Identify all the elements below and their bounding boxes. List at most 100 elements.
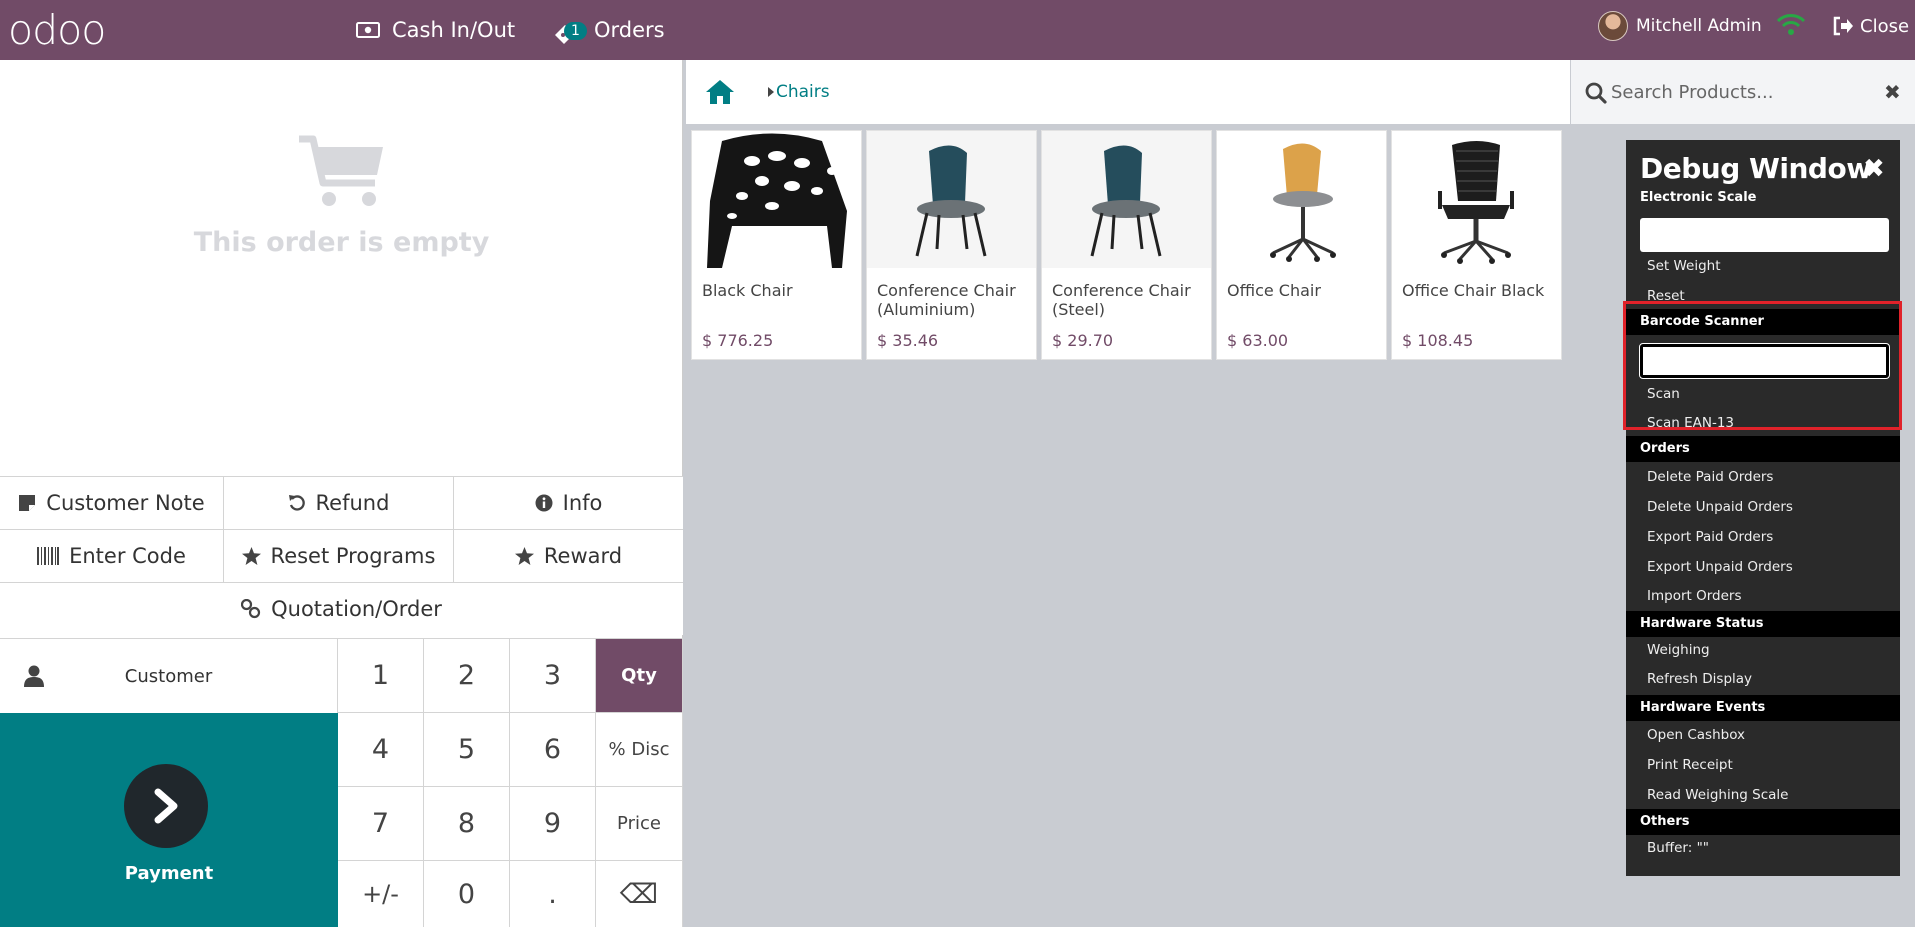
qty-mode-button[interactable]: Qty — [596, 639, 683, 713]
key-7[interactable]: 7 — [338, 787, 424, 861]
clear-search-icon[interactable]: ✖ — [1884, 80, 1901, 104]
set-weight-button[interactable]: Set Weight — [1647, 258, 1721, 274]
product-card[interactable]: Office Chair Black $ 108.45 — [1391, 130, 1562, 360]
product-price: $ 29.70 — [1052, 331, 1114, 350]
orders-count-badge: 1 — [564, 22, 587, 40]
export-paid-orders-button[interactable]: Export Paid Orders — [1647, 529, 1773, 545]
weighing-status[interactable]: Weighing — [1647, 642, 1710, 658]
breadcrumb-chairs[interactable]: Chairs — [776, 82, 830, 102]
electronic-scale-header: Electronic Scale — [1640, 190, 1757, 205]
delete-unpaid-orders-button[interactable]: Delete Unpaid Orders — [1647, 499, 1793, 515]
key-1[interactable]: 1 — [338, 639, 424, 713]
category-breadcrumb: Chairs — [686, 60, 1570, 124]
import-orders-button[interactable]: Import Orders — [1647, 588, 1742, 604]
customer-note-button[interactable]: Customer Note — [0, 477, 224, 529]
product-price: $ 35.46 — [877, 331, 939, 350]
numpad-area: Customer Payment 1 2 3 Qty 4 5 6 % Disc … — [0, 638, 683, 927]
info-icon — [535, 494, 553, 512]
customer-label: Customer — [124, 665, 213, 687]
key-0[interactable]: 0 — [424, 861, 510, 927]
open-cashbox-button[interactable]: Open Cashbox — [1647, 727, 1745, 743]
product-image — [1042, 131, 1211, 268]
wifi-icon — [1776, 14, 1806, 35]
backspace-key[interactable]: ⌫ — [596, 861, 683, 927]
close-label: Close — [1860, 15, 1910, 37]
odoo-logo: odoo — [8, 6, 106, 54]
cash-in-out-button[interactable]: Cash In/Out — [356, 0, 515, 60]
user-menu[interactable]: Mitchell Admin — [1598, 0, 1762, 52]
caret-right-icon — [768, 87, 774, 97]
reset-weight-button[interactable]: Reset — [1647, 288, 1685, 300]
others-header: Others — [1626, 809, 1900, 835]
product-card[interactable]: Office Chair $ 63.00 — [1216, 130, 1387, 360]
key-9[interactable]: 9 — [510, 787, 596, 861]
reset-programs-label: Reset Programs — [270, 544, 436, 568]
discount-mode-button[interactable]: % Disc — [596, 713, 683, 787]
refresh-display-button[interactable]: Refresh Display — [1647, 671, 1752, 687]
weight-input[interactable] — [1640, 218, 1889, 252]
shopping-cart-icon — [298, 135, 383, 206]
product-name: Office Chair Black — [1402, 281, 1545, 300]
barcode-scanner-highlight — [1623, 301, 1902, 430]
key-2[interactable]: 2 — [424, 639, 510, 713]
orders-header: Orders — [1626, 436, 1900, 462]
product-name: Office Chair — [1227, 281, 1321, 300]
reward-label: Reward — [543, 544, 623, 568]
user-icon — [24, 665, 44, 687]
enter-code-label: Enter Code — [69, 544, 186, 568]
key-8[interactable]: 8 — [424, 787, 510, 861]
payment-circle — [124, 764, 208, 848]
search-input[interactable] — [1611, 76, 1861, 108]
order-panel: This order is empty Customer Note Refund… — [0, 60, 683, 927]
enter-code-button[interactable]: Enter Code — [0, 530, 224, 582]
product-image — [867, 131, 1036, 268]
reward-button[interactable]: Reward — [454, 530, 683, 582]
undo-icon — [288, 495, 305, 511]
product-image — [692, 131, 861, 268]
product-name: Conference Chair (Steel) — [1052, 281, 1191, 319]
info-button[interactable]: Info — [454, 477, 683, 529]
debug-close-icon[interactable]: ✖ — [1863, 154, 1885, 184]
barcode-icon — [37, 547, 60, 565]
print-receipt-button[interactable]: Print Receipt — [1647, 757, 1733, 773]
key-4[interactable]: 4 — [338, 713, 424, 787]
product-search: ✖ — [1571, 60, 1915, 124]
product-name: Black Chair — [702, 281, 793, 300]
export-unpaid-orders-button[interactable]: Export Unpaid Orders — [1647, 559, 1793, 575]
price-mode-button[interactable]: Price — [596, 787, 683, 861]
search-icon — [1585, 82, 1607, 104]
product-card[interactable]: Black Chair $ 776.25 — [691, 130, 862, 360]
read-weighing-scale-button[interactable]: Read Weighing Scale — [1647, 787, 1788, 803]
delete-paid-orders-button[interactable]: Delete Paid Orders — [1647, 469, 1773, 485]
quotation-order-button[interactable]: Quotation/Order — [0, 583, 683, 635]
product-price: $ 108.45 — [1402, 331, 1474, 350]
close-session-button[interactable]: Close — [1832, 0, 1909, 52]
payment-label: Payment — [124, 863, 214, 884]
key-5[interactable]: 5 — [424, 713, 510, 787]
key-6[interactable]: 6 — [510, 713, 596, 787]
home-icon[interactable] — [704, 78, 736, 106]
customer-button[interactable]: Customer — [0, 639, 338, 713]
key-3[interactable]: 3 — [510, 639, 596, 713]
orders-button[interactable]: 1 Orders — [552, 0, 665, 60]
product-card[interactable]: Conference Chair (Aluminium) $ 35.46 — [866, 130, 1037, 360]
info-label: Info — [562, 491, 603, 515]
product-price: $ 63.00 — [1227, 331, 1289, 350]
product-card[interactable]: Conference Chair (Steel) $ 29.70 — [1041, 130, 1212, 360]
buffer-value: Buffer: "" — [1647, 840, 1709, 856]
payment-button[interactable]: Payment — [0, 713, 338, 927]
debug-title: Debug Window — [1640, 152, 1872, 185]
refund-button[interactable]: Refund — [224, 477, 454, 529]
control-buttons: Customer Note Refund Info Enter Code Res… — [0, 476, 683, 635]
product-price: $ 776.25 — [702, 331, 774, 350]
link-icon — [241, 599, 261, 619]
reset-programs-button[interactable]: Reset Programs — [224, 530, 454, 582]
decimal-key[interactable]: . — [510, 861, 596, 927]
orders-label: Orders — [594, 18, 665, 42]
refund-label: Refund — [315, 491, 390, 515]
hardware-status-header: Hardware Status — [1626, 611, 1900, 637]
debug-window: Debug Window ✖ Electronic Scale Set Weig… — [1626, 140, 1900, 876]
product-list: Black Chair $ 776.25 Conference Chair (A… — [691, 130, 1562, 360]
customer-note-label: Customer Note — [46, 491, 205, 515]
plus-minus-key[interactable]: +/- — [338, 861, 424, 927]
